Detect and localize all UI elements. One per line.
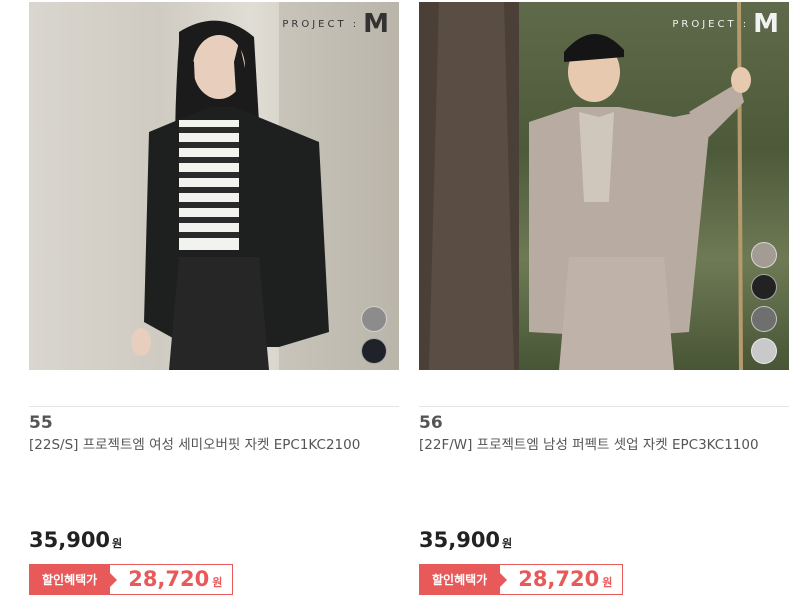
color-swatch-black[interactable] [361,338,387,364]
discount-price-box: 할인혜택가 28,720 원 [419,564,624,595]
product-image[interactable]: PROJECT : M [419,2,789,370]
currency-label: 원 [602,576,613,589]
discount-label: 할인혜택가 [420,565,508,594]
brand-logo-text: PROJECT : [672,18,750,30]
product-card[interactable]: PROJECT : M 56 [22F/W] 프로젝트엠 남성 퍼펙트 셋업 자… [419,0,789,597]
brand-logo: PROJECT : M [282,11,389,37]
product-card[interactable]: PROJECT : M 55 [22S/S] 프로젝트엠 여성 세미오버핏 자켓… [29,0,399,597]
product-image[interactable]: PROJECT : M [29,2,399,370]
discount-price-box: 할인혜택가 28,720 원 [29,564,234,595]
price-value: 35,900 [29,528,111,552]
sale-price-value: 28,720 [518,567,600,591]
original-price: 35,900 원 [29,528,122,552]
sale-price-value: 28,720 [128,567,210,591]
product-rank: 56 [419,413,443,433]
currency-label: 원 [502,537,513,550]
currency-label: 원 [112,537,123,550]
product-grid: PROJECT : M 55 [22S/S] 프로젝트엠 여성 세미오버핏 자켓… [0,0,797,597]
sale-price: 28,720 원 [110,565,232,594]
discount-label: 할인혜택가 [30,565,118,594]
model-figure [131,2,399,370]
color-swatches [751,242,777,364]
price-value: 35,900 [419,528,501,552]
divider [419,406,789,407]
original-price: 35,900 원 [419,528,512,552]
product-title[interactable]: [22F/W] 프로젝트엠 남성 퍼펙트 셋업 자켓 EPC3KC1100 [419,435,769,455]
model-figure [419,2,751,370]
color-swatch-light-gray[interactable] [751,338,777,364]
divider [29,406,399,407]
brand-logo-mark: M [753,9,779,39]
product-rank: 55 [29,413,53,433]
color-swatch-beige[interactable] [751,242,777,268]
currency-label: 원 [212,576,223,589]
sale-price: 28,720 원 [500,565,622,594]
color-swatch-gray[interactable] [361,306,387,332]
brand-logo: PROJECT : M [672,11,779,37]
brand-logo-mark: M [363,9,389,39]
brand-logo-text: PROJECT : [282,18,360,30]
color-swatches [361,306,387,364]
color-swatch-black[interactable] [751,274,777,300]
color-swatch-charcoal[interactable] [751,306,777,332]
product-title[interactable]: [22S/S] 프로젝트엠 여성 세미오버핏 자켓 EPC1KC2100 [29,435,379,455]
